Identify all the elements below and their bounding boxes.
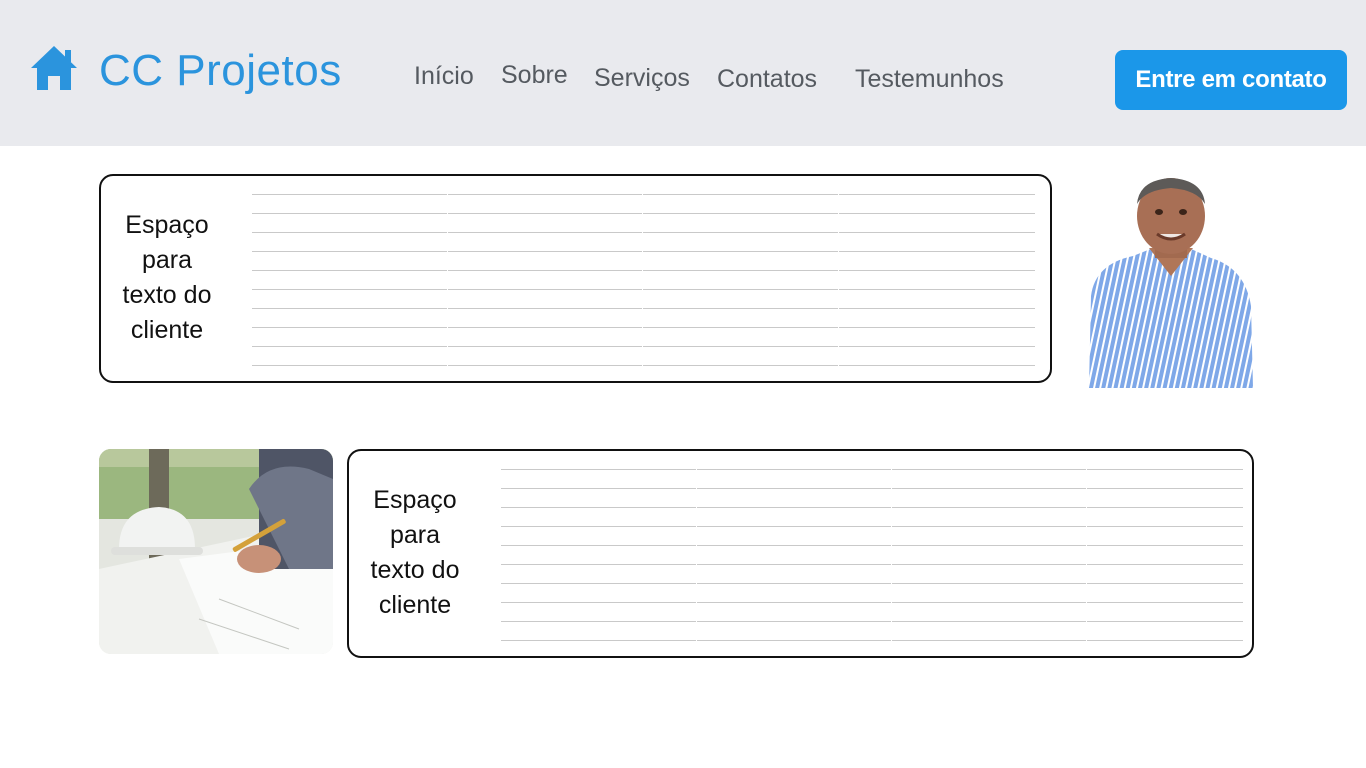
nav-contatos[interactable]: Contatos bbox=[717, 65, 817, 94]
ruled-lines bbox=[252, 176, 1035, 367]
architect-blueprint-photo bbox=[99, 449, 333, 654]
testimonial-text: Espaço para texto do cliente bbox=[105, 208, 229, 348]
column-divider bbox=[642, 192, 643, 368]
client-portrait bbox=[1089, 176, 1253, 388]
contact-button[interactable]: Entre em contato bbox=[1115, 50, 1347, 110]
home-icon[interactable] bbox=[29, 44, 79, 92]
text-line: cliente bbox=[378, 591, 452, 619]
text-line: para bbox=[141, 246, 193, 274]
text-line: cliente bbox=[130, 316, 204, 344]
column-divider bbox=[696, 467, 697, 643]
column-divider bbox=[891, 467, 892, 643]
nav-servicos[interactable]: Serviços bbox=[594, 64, 690, 93]
testimonial-card: Espaço para texto do cliente bbox=[99, 174, 1052, 383]
text-line: texto do bbox=[122, 281, 212, 309]
site-header: CC Projetos Início Sobre Serviços Contat… bbox=[0, 0, 1366, 146]
testimonial-text: Espaço para texto do cliente bbox=[353, 483, 477, 623]
text-line: texto do bbox=[370, 556, 460, 584]
testimonial-card: Espaço para texto do cliente bbox=[347, 449, 1254, 658]
column-divider bbox=[447, 192, 448, 368]
text-line: para bbox=[389, 521, 441, 549]
nav-testemunhos[interactable]: Testemunhos bbox=[855, 65, 1004, 94]
text-line: Espaço bbox=[373, 486, 457, 514]
brand-name[interactable]: CC Projetos bbox=[99, 46, 342, 96]
nav-inicio[interactable]: Início bbox=[414, 62, 474, 91]
nav-sobre[interactable]: Sobre bbox=[501, 61, 568, 90]
column-divider bbox=[1086, 467, 1087, 643]
ruled-lines bbox=[501, 451, 1243, 642]
text-line: Espaço bbox=[125, 211, 209, 239]
column-divider bbox=[838, 192, 839, 368]
